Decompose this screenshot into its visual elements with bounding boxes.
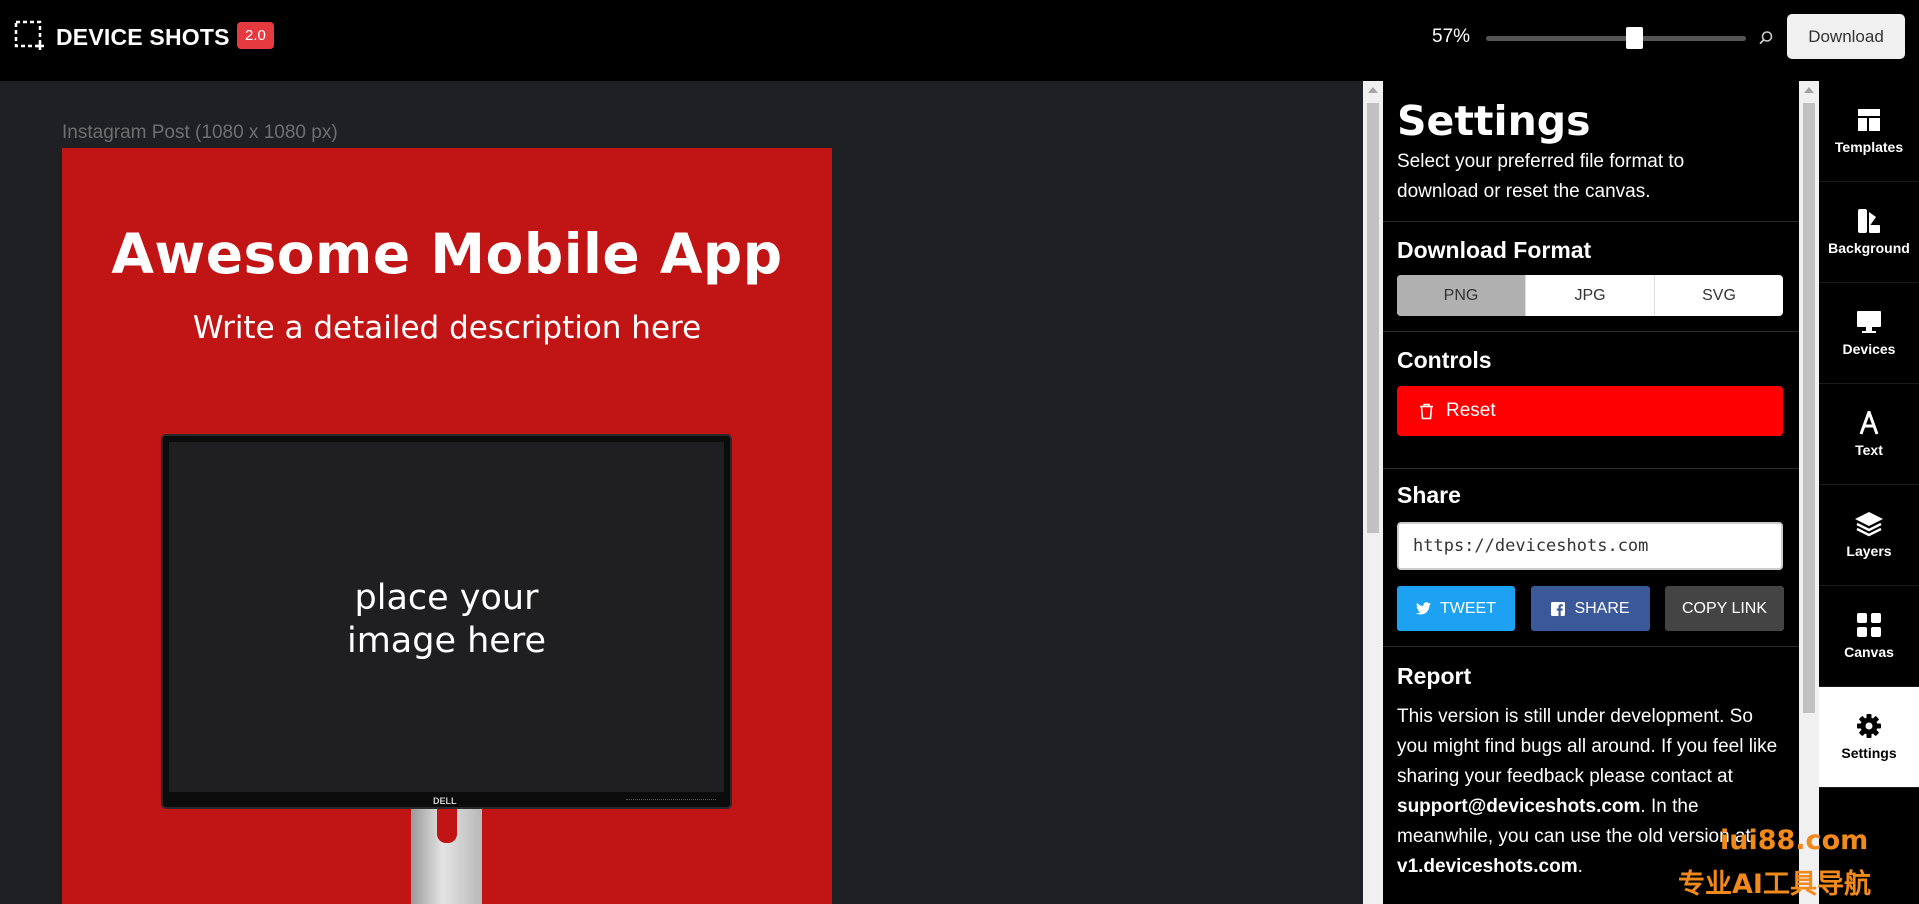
sidebar-item-canvas[interactable]: Canvas [1819, 586, 1919, 687]
reset-button[interactable]: Reset [1397, 386, 1783, 436]
canvas-scrollbar-thumb[interactable] [1367, 103, 1379, 533]
divider [1383, 221, 1799, 222]
format-svg-button[interactable]: SVG [1655, 275, 1783, 316]
canvas-size-label: Instagram Post (1080 x 1080 px) [62, 122, 338, 143]
support-email-link[interactable]: support@deviceshots.com [1397, 796, 1640, 817]
sidebar-item-label: Settings [1841, 745, 1897, 761]
share-title: Share [1397, 482, 1461, 508]
format-png-button[interactable]: PNG [1397, 275, 1526, 316]
sidebar-item-background[interactable]: Background [1819, 182, 1919, 283]
sidebar-item-settings[interactable]: Settings [1819, 687, 1919, 788]
artboard[interactable]: Awesome Mobile App Write a detailed desc… [62, 148, 832, 904]
sidebar-item-label: Templates [1834, 139, 1904, 155]
report-title: Report [1397, 663, 1472, 689]
layers-icon [1855, 512, 1883, 537]
sidebar-item-devices[interactable]: Devices [1819, 283, 1919, 384]
download-button[interactable]: Download [1787, 14, 1905, 59]
controls-title: Controls [1397, 347, 1492, 373]
zoom-slider[interactable] [1486, 27, 1746, 49]
divider [1383, 331, 1799, 332]
scroll-up-arrow-icon[interactable] [1804, 87, 1814, 93]
monitor-mockup[interactable]: place your image here DELL [161, 434, 732, 809]
zoom-label: 57% [1432, 26, 1471, 47]
app-name: DEVICE SHOTS [56, 24, 230, 50]
share-label: SHARE [1574, 599, 1630, 617]
scroll-up-arrow-icon[interactable] [1368, 87, 1378, 93]
panel-scrollbar[interactable] [1799, 81, 1819, 904]
tweet-label: TWEET [1440, 599, 1496, 617]
watermark-url: iui88.com [1720, 825, 1869, 856]
copy-link-button[interactable]: COPY LINK [1665, 586, 1784, 631]
monitor-brand-logo: DELL [433, 796, 457, 806]
sidebar-item-templates[interactable]: Templates [1819, 81, 1919, 182]
artboard-description[interactable]: Write a detailed description here [62, 310, 832, 346]
sidebar-item-label: Layers [1846, 543, 1892, 559]
image-dropzone[interactable]: place your image here [169, 442, 724, 792]
text-icon [1859, 411, 1879, 435]
artboard-title[interactable]: Awesome Mobile App [62, 222, 832, 286]
templates-icon [1858, 109, 1880, 131]
sidebar-item-label: Canvas [1844, 644, 1894, 660]
tool-sidebar: Templates Background Devices Text Layers… [1819, 81, 1919, 904]
search-icon[interactable] [1758, 30, 1774, 46]
sidebar-item-label: Text [1855, 442, 1883, 458]
tweet-button[interactable]: TWEET [1397, 586, 1515, 631]
version-badge: 2.0 [237, 22, 274, 49]
panel-title: Settings [1397, 97, 1591, 145]
facebook-icon [1551, 601, 1566, 616]
watermark-tagline: 专业AI工具导航 [1678, 869, 1871, 900]
sidebar-item-text[interactable]: Text [1819, 384, 1919, 485]
canvas-grid-icon [1857, 613, 1881, 637]
reset-label: Reset [1446, 400, 1496, 421]
panel-scrollbar-thumb[interactable] [1803, 103, 1815, 713]
top-bar: DEVICE SHOTS 2.0 57% Download [0, 0, 1919, 81]
stand-cable-slot [437, 809, 457, 843]
gear-icon [1857, 714, 1881, 738]
divider [1383, 468, 1799, 469]
monitor-stand [411, 809, 482, 904]
panel-subtitle: Select your preferred file format to dow… [1397, 151, 1685, 202]
sidebar-item-layers[interactable]: Layers [1819, 485, 1919, 586]
download-format-title: Download Format [1397, 237, 1592, 263]
sidebar-item-label: Background [1828, 240, 1910, 256]
image-placeholder-text: place your image here [346, 578, 546, 661]
facebook-share-button[interactable]: SHARE [1531, 586, 1650, 631]
format-jpg-button[interactable]: JPG [1526, 275, 1655, 316]
format-selector: PNG JPG SVG [1397, 275, 1783, 316]
twitter-icon [1416, 602, 1431, 615]
background-icon [1858, 209, 1880, 233]
monitor-buttons [626, 799, 716, 803]
canvas-workspace: Instagram Post (1080 x 1080 px) Awesome … [0, 81, 1363, 904]
canvas-scrollbar[interactable] [1363, 81, 1383, 904]
old-version-link[interactable]: v1.deviceshots.com [1397, 856, 1578, 877]
logo-icon [14, 20, 44, 50]
share-url-input[interactable] [1397, 522, 1783, 570]
trash-icon [1420, 403, 1433, 419]
sidebar-item-label: Devices [1842, 341, 1896, 357]
settings-panel: Settings Select your preferred file form… [1383, 81, 1799, 904]
zoom-slider-handle[interactable] [1626, 27, 1644, 49]
monitor-icon [1857, 311, 1881, 333]
divider [1383, 646, 1799, 647]
